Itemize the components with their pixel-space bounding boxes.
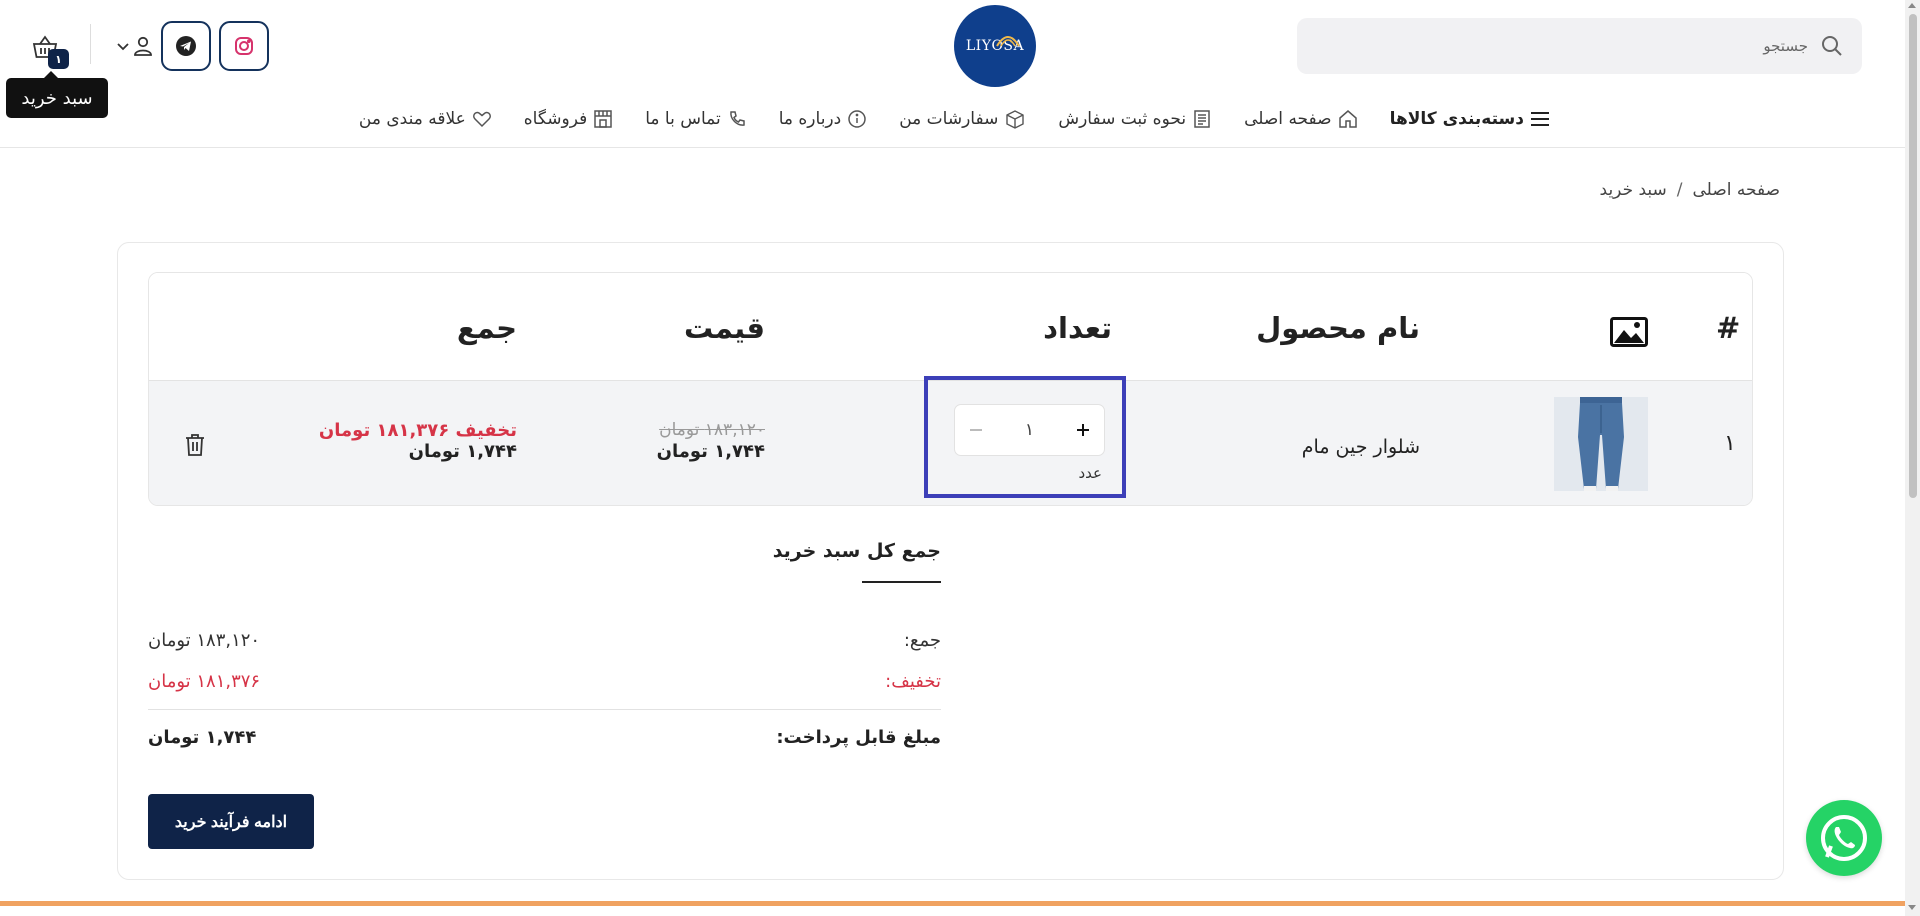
minus-icon	[970, 429, 982, 431]
subtotal-value: ۱۸۳,۱۲۰ تومان	[148, 630, 261, 651]
payable-label: مبلغ قابل پرداخت:	[776, 727, 941, 748]
scroll-down-arrow[interactable]	[1908, 905, 1916, 910]
nav-item-order-guide[interactable]: نحوه ثبت سفارش	[1058, 109, 1212, 129]
row-discount: تخفیف ۱۸۱,۳۷۶ تومان	[318, 420, 517, 441]
phone-icon	[729, 111, 745, 126]
breadcrumb: صفحه اصلی / سبد خرید	[1600, 180, 1780, 200]
telegram-icon	[176, 36, 196, 56]
breadcrumb-separator: /	[1676, 180, 1683, 200]
quantity-value[interactable]: ۱	[1025, 420, 1034, 440]
user-menu[interactable]	[116, 32, 154, 60]
info-icon	[848, 110, 866, 128]
nav-label-contact: تماس با ما	[645, 109, 721, 129]
instagram-button[interactable]	[219, 21, 269, 71]
header-product-name: نام محصول	[1256, 311, 1420, 345]
header-index: #	[1716, 311, 1741, 345]
nav-label-order-guide: نحوه ثبت سفارش	[1058, 109, 1187, 129]
site-header: LIYOSA ۱ سبد خرید دسته‌بندی کالاها صفحه …	[0, 0, 1905, 148]
checkout-button[interactable]: ادامه فرآیند خرید	[148, 794, 314, 849]
search-input[interactable]	[1328, 37, 1808, 55]
heart-icon	[472, 111, 491, 128]
search-box[interactable]	[1297, 18, 1862, 74]
header-quantity: تعداد	[1043, 311, 1112, 345]
table-header: # نام محصول تعداد قیمت جمع	[149, 273, 1752, 381]
nav-label-my-orders: سفارشات من	[899, 109, 999, 129]
quantity-stepper[interactable]: ۱	[954, 404, 1105, 456]
document-icon	[1194, 110, 1210, 128]
store-icon	[594, 110, 612, 128]
menu-icon	[1531, 112, 1549, 126]
header-total: جمع	[456, 311, 517, 345]
payable-value: ۱,۷۴۴ تومان	[148, 727, 257, 748]
nav-item-contact[interactable]: تماس با ما	[645, 109, 747, 129]
increase-quantity-button[interactable]	[1072, 419, 1094, 441]
plus-icon	[1076, 424, 1089, 436]
logo-arc-icon	[996, 36, 1020, 47]
search-icon[interactable]	[1820, 34, 1844, 58]
box-icon	[1006, 110, 1025, 129]
price-original: ۱۸۳,۱۲۰ تومان	[659, 420, 765, 440]
image-icon	[1610, 317, 1648, 347]
nav-label-home: صفحه اصلی	[1244, 109, 1332, 129]
nav-label-about: درباره ما	[778, 109, 842, 129]
cart-table: # نام محصول تعداد قیمت جمع ۱ شلوار جین م…	[148, 272, 1753, 506]
quantity-highlight: ۱ عدد	[924, 376, 1126, 498]
product-name[interactable]: شلوار جین مام	[1302, 436, 1420, 458]
whatsapp-button[interactable]	[1806, 800, 1882, 876]
nav-label-store: فروشگاه	[523, 109, 588, 129]
cart-totals-title: جمع کل سبد خرید	[772, 540, 941, 562]
footer-accent-bar	[0, 901, 1905, 906]
cart-count-badge: ۱	[48, 49, 69, 69]
cart-totals-underline	[862, 581, 941, 583]
jeans-image-icon	[1554, 397, 1648, 491]
cart-tooltip: سبد خرید	[6, 71, 108, 118]
quantity-unit: عدد	[1078, 464, 1102, 482]
whatsapp-icon	[1821, 815, 1867, 861]
scrollbar-thumb[interactable]	[1909, 14, 1917, 498]
table-row: ۱ شلوار جین مام ۱ عدد ۱۸۳,۱۲۰ تومان ۱,۷۴…	[149, 376, 1752, 505]
telegram-button[interactable]	[161, 21, 211, 71]
breadcrumb-current: سبد خرید	[1599, 180, 1667, 200]
nav-item-store[interactable]: فروشگاه	[524, 109, 613, 129]
nav-item-about[interactable]: درباره ما	[779, 109, 868, 129]
chevron-down-icon	[117, 43, 129, 51]
page-scrollbar[interactable]	[1905, 0, 1920, 916]
instagram-icon	[235, 37, 253, 55]
header-price: قیمت	[684, 311, 765, 345]
nav-item-my-orders[interactable]: سفارشات من	[899, 109, 1026, 129]
price-discounted: ۱,۷۴۴ تومان	[656, 441, 765, 462]
nav-item-wishlist[interactable]: علاقه مندی من	[359, 109, 492, 129]
site-logo[interactable]: LIYOSA	[954, 5, 1036, 87]
nav-item-categories[interactable]: دسته‌بندی کالاها	[1390, 109, 1550, 129]
breadcrumb-home[interactable]: صفحه اصلی	[1693, 180, 1780, 200]
nav-label-wishlist: علاقه مندی من	[358, 109, 466, 129]
subtotal-label: جمع:	[903, 630, 941, 651]
discount-label: تخفیف:	[885, 671, 941, 692]
home-icon	[1338, 110, 1357, 128]
user-icon	[134, 36, 152, 56]
totals-divider	[148, 709, 941, 710]
row-index: ۱	[1724, 431, 1736, 456]
decrease-quantity-button[interactable]	[965, 419, 987, 441]
row-total: ۱,۷۴۴ تومان	[408, 441, 517, 462]
header-divider	[90, 24, 91, 64]
nav-item-home[interactable]: صفحه اصلی	[1244, 109, 1357, 129]
main-nav: دسته‌بندی کالاها صفحه اصلی نحوه ثبت سفار…	[359, 104, 1550, 134]
discount-value: ۱۸۱,۳۷۶ تومان	[148, 671, 261, 692]
nav-label-categories: دسته‌بندی کالاها	[1389, 109, 1524, 129]
scroll-up-arrow[interactable]	[1908, 3, 1916, 8]
product-thumbnail[interactable]	[1554, 397, 1648, 491]
trash-icon[interactable]	[184, 433, 206, 457]
